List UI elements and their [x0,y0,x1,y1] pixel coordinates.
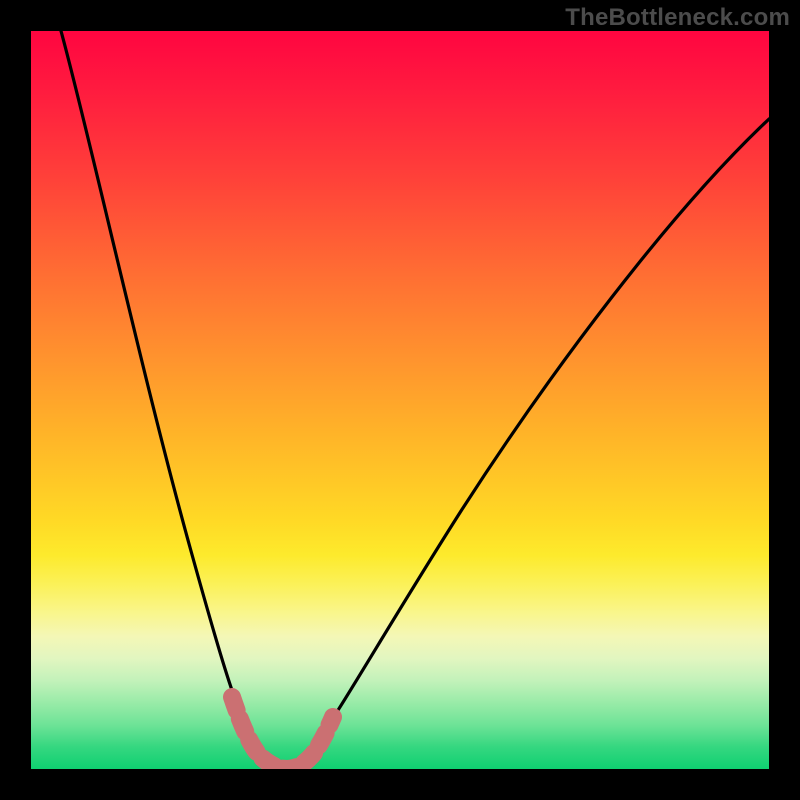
curve-layer [31,31,769,769]
bottleneck-curve [61,31,769,767]
plot-area [31,31,769,769]
optimal-marker [232,697,333,769]
attribution-label: TheBottleneck.com [565,4,790,32]
chart-frame: TheBottleneck.com [0,0,800,800]
